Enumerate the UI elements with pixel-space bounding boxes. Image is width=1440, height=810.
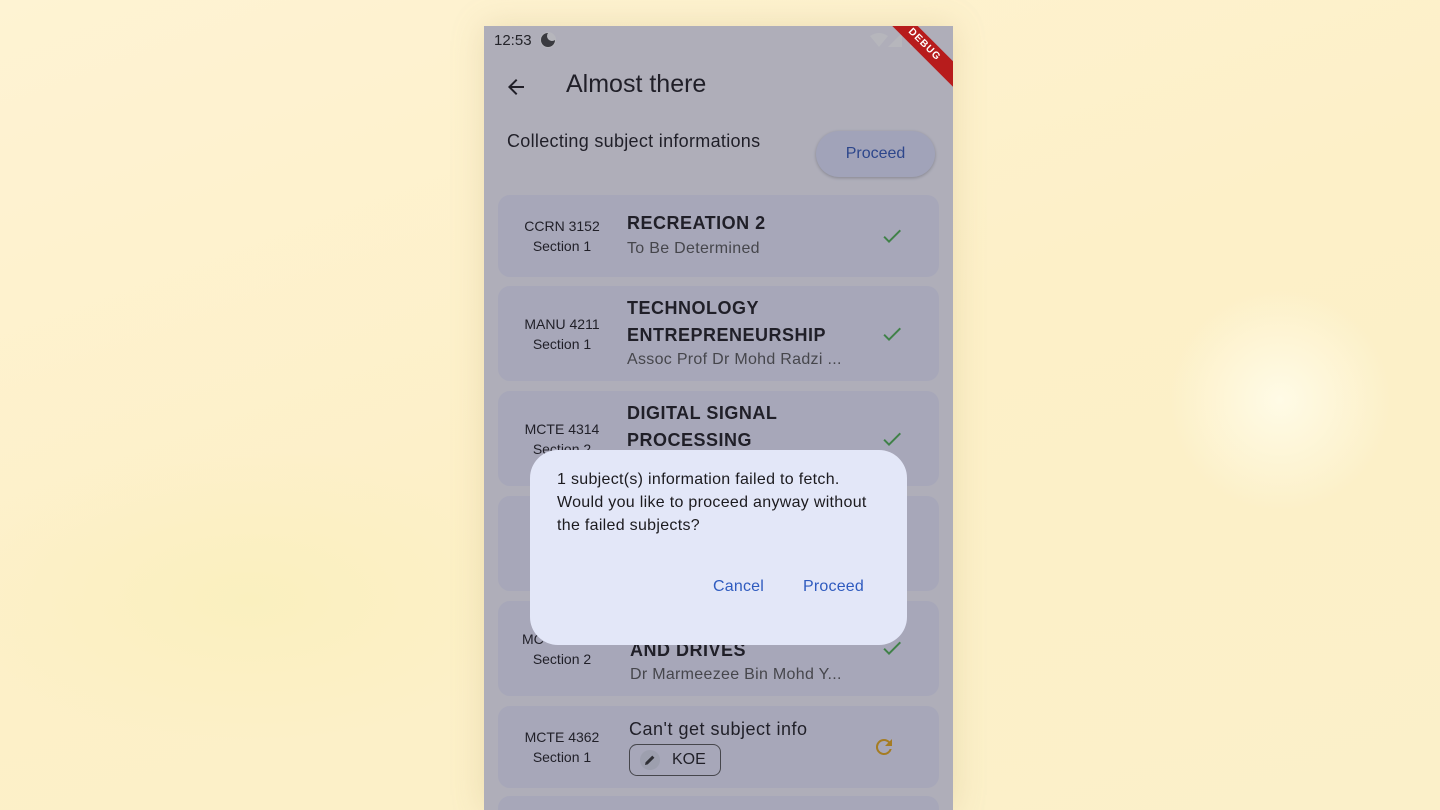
cancel-button[interactable]: Cancel (713, 578, 764, 596)
phone-screen: 12:53 Almost there Collecting subject in… (484, 26, 953, 810)
proceed-button[interactable]: Proceed (803, 578, 864, 596)
modal-scrim[interactable] (484, 26, 953, 810)
confirm-dialog: 1 subject(s) information failed to fetch… (530, 450, 907, 645)
dialog-message: 1 subject(s) information failed to fetch… (557, 471, 867, 534)
